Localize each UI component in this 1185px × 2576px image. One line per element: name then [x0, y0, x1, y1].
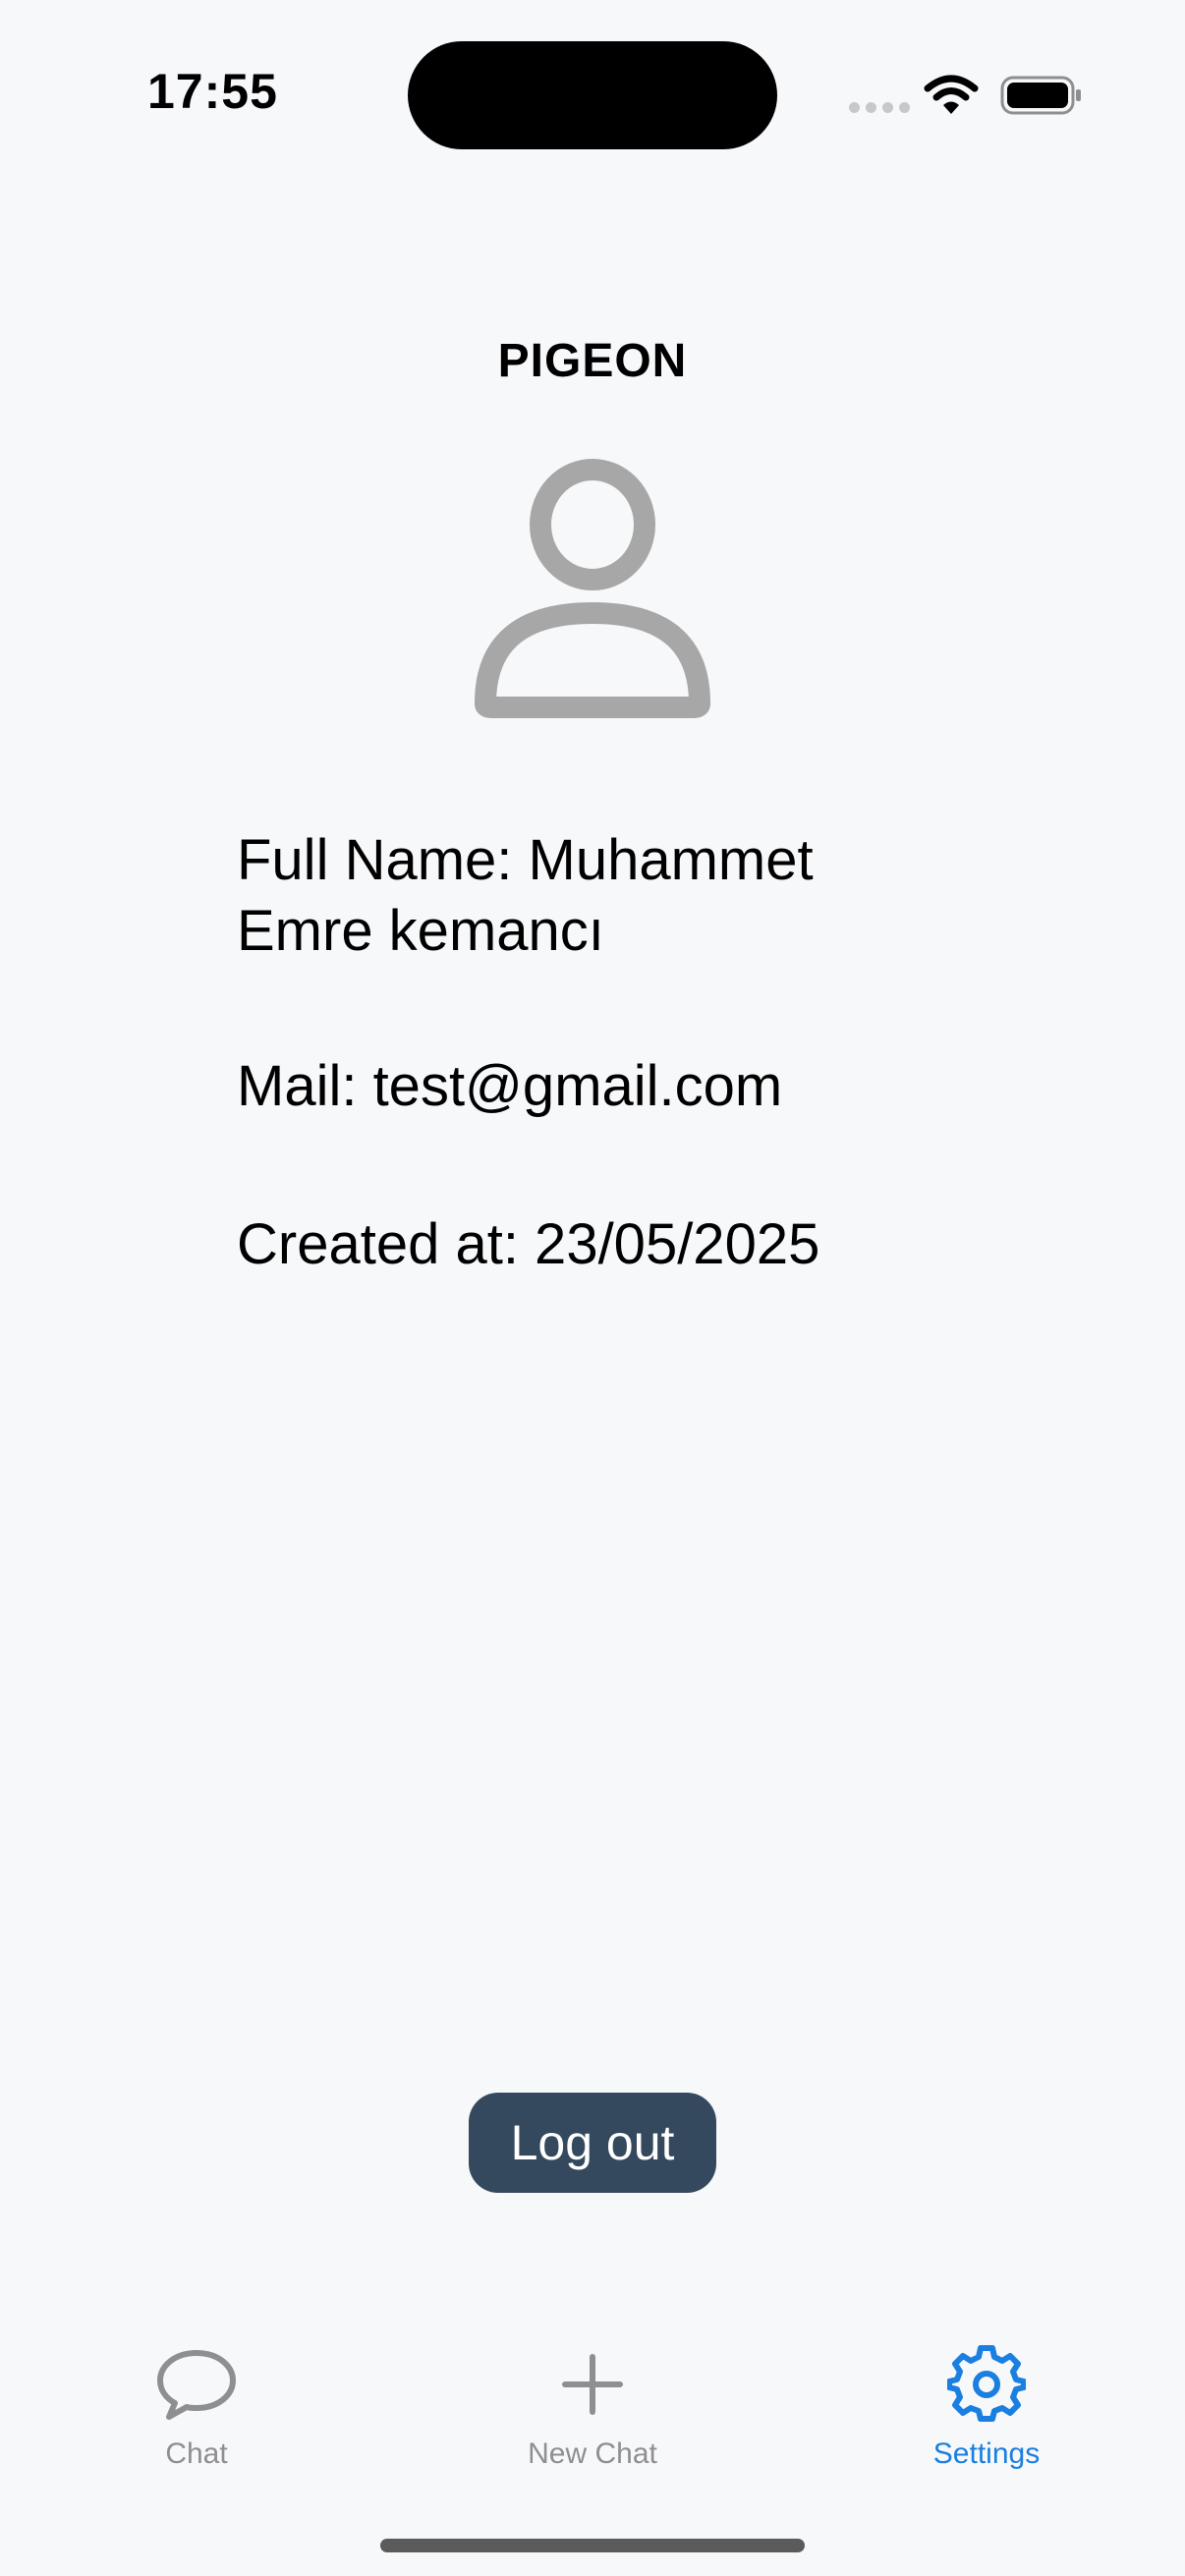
person-icon: [475, 459, 710, 718]
profile-info: Full Name: Muhammet Emre kemancı Mail: t…: [237, 825, 866, 1280]
tab-settings[interactable]: Settings: [869, 2343, 1104, 2471]
plus-icon: [561, 2343, 624, 2426]
avatar: [472, 458, 713, 728]
tab-chat-label: Chat: [165, 2437, 228, 2470]
logout-button[interactable]: Log out: [469, 2093, 716, 2193]
tab-new-chat-label: New Chat: [528, 2437, 657, 2470]
battery-icon: [1000, 75, 1083, 121]
page-title: PIGEON: [497, 335, 688, 387]
signal-icon: [849, 102, 910, 113]
gear-icon: [947, 2343, 1026, 2426]
chat-bubble-icon: [155, 2343, 238, 2426]
full-name-text: Full Name: Muhammet Emre kemancı: [237, 828, 814, 963]
tab-new-chat[interactable]: New Chat: [475, 2343, 710, 2471]
home-indicator: [380, 2539, 805, 2552]
tab-chat[interactable]: Chat: [79, 2343, 314, 2471]
created-at-text: Created at: 23/05/2025: [237, 1212, 820, 1276]
status-time: 17:55: [147, 64, 278, 119]
dynamic-island: [408, 41, 777, 149]
tab-settings-label: Settings: [932, 2437, 1041, 2470]
mail-text: Mail: test@gmail.com: [237, 1054, 783, 1118]
wifi-icon: [924, 75, 979, 121]
